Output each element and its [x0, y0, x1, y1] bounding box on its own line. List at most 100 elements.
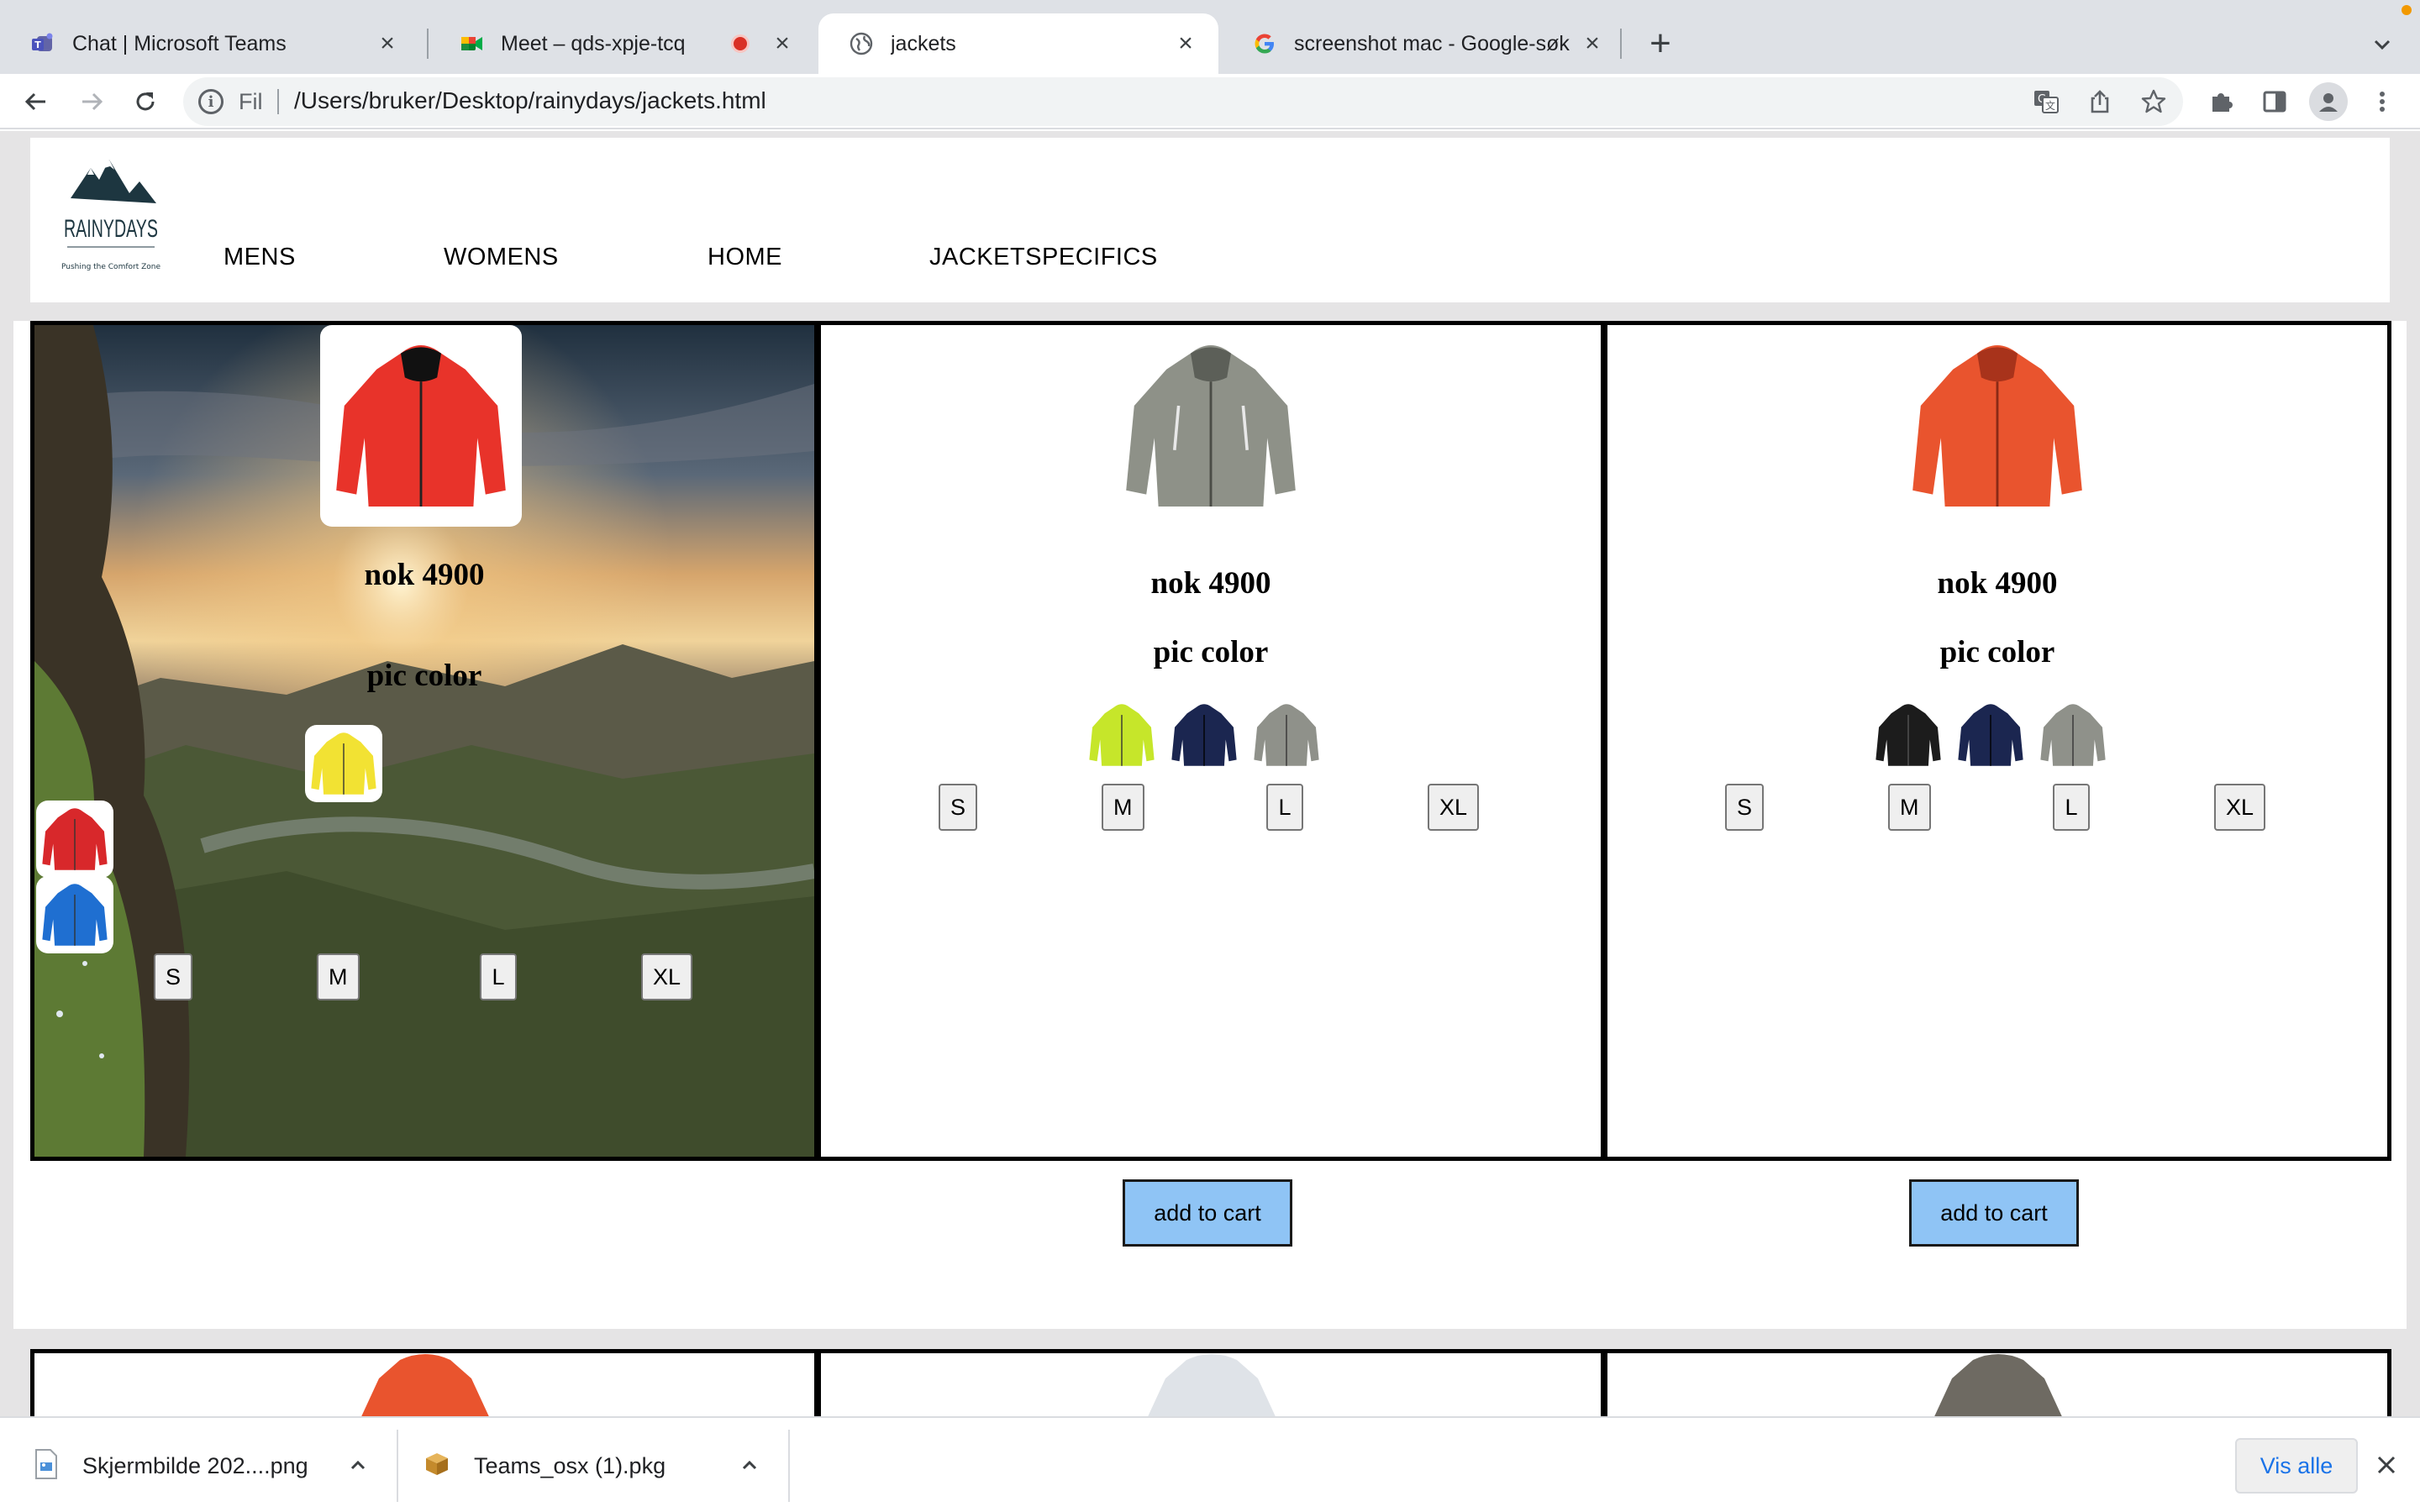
product-card: nok 4900 pic color S M L XL	[817, 321, 1605, 1161]
product-card: nok 4900 pic color S M L XL	[1603, 321, 2391, 1161]
tab-title: jackets	[891, 31, 956, 55]
red-jacket-swatch[interactable]	[36, 801, 113, 878]
update-indicator-icon	[2402, 5, 2412, 15]
jacket-image	[361, 1354, 489, 1416]
close-icon[interactable]: ×	[1173, 29, 1198, 57]
size-m-button[interactable]: M	[317, 953, 360, 1000]
tab-meet[interactable]: Meet – qds-xpje-tcq ×	[429, 13, 815, 74]
side-panel-icon[interactable]	[2255, 82, 2294, 121]
add-to-cart-button[interactable]: add to cart	[1909, 1179, 2079, 1247]
size-m-button[interactable]: M	[1102, 784, 1144, 831]
pick-color-label: pic color	[1153, 635, 1269, 669]
globe-icon	[849, 31, 874, 56]
close-icon[interactable]: ×	[770, 29, 795, 57]
pick-color-label: pic color	[1939, 635, 2055, 669]
yellow-jacket-swatch[interactable]	[305, 725, 382, 802]
address-bar[interactable]: i Fil /Users/bruker/Desktop/rainydays/ja…	[183, 77, 2183, 126]
show-all-downloads-button[interactable]: Vis alle	[2235, 1438, 2358, 1494]
tab-title: screenshot mac - Google-søk	[1294, 31, 1570, 55]
blue-jacket-swatch[interactable]	[36, 876, 113, 953]
downloads-bar: Skjermbilde 202....png Teams_osx (1).pkg…	[0, 1416, 2420, 1512]
chevron-up-icon[interactable]	[343, 1450, 373, 1480]
new-tab-button[interactable]: +	[1639, 22, 1682, 66]
product-card	[817, 1349, 1605, 1416]
size-m-button[interactable]: M	[1888, 784, 1931, 831]
download-item[interactable]: Skjermbilde 202....png	[34, 1418, 308, 1512]
jacket-image	[1148, 1354, 1276, 1416]
tab-teams[interactable]: T Chat | Microsoft Teams ×	[0, 13, 420, 74]
close-icon[interactable]: ×	[1580, 29, 1605, 57]
black-jacket-swatch[interactable]	[1870, 696, 1947, 774]
rainydays-logo[interactable]: RAINYDAYS A Pushing the Comfort Zone A	[54, 156, 169, 282]
tab-search-chevron-icon[interactable]	[2361, 24, 2403, 66]
size-xl-button[interactable]: XL	[641, 953, 693, 1000]
nav-link-mens[interactable]: MENS	[224, 244, 296, 271]
share-icon[interactable]	[2086, 87, 2114, 116]
tab-strip: T Chat | Microsoft Teams × Meet – qds-xp…	[0, 0, 2420, 74]
meet-icon	[459, 31, 484, 56]
tab-jackets[interactable]: jackets ×	[818, 13, 1218, 74]
tab-title: Chat | Microsoft Teams	[72, 31, 287, 55]
close-icon[interactable]	[2371, 1450, 2402, 1480]
price-text: nok 4900	[364, 558, 485, 592]
size-l-button[interactable]: L	[2053, 784, 2090, 831]
jacket-image	[1934, 1354, 2062, 1416]
navy-jacket-swatch[interactable]	[1165, 696, 1243, 774]
price-text: nok 4900	[1150, 566, 1271, 601]
close-icon[interactable]: ×	[375, 29, 400, 57]
chevron-up-icon[interactable]	[734, 1450, 765, 1480]
teams-icon: T	[30, 31, 55, 56]
tab-title: Meet – qds-xpje-tcq	[501, 31, 686, 55]
translate-icon[interactable]: G文	[2032, 87, 2060, 116]
nav-link-home[interactable]: HOME	[708, 244, 782, 271]
download-separator	[788, 1430, 790, 1502]
size-xl-button[interactable]: XL	[1428, 784, 1480, 831]
download-filename: Teams_osx (1).pkg	[474, 1452, 666, 1478]
product-card	[30, 1349, 818, 1416]
main-jacket-image	[1897, 325, 2098, 527]
info-icon[interactable]: i	[198, 89, 224, 114]
profile-avatar-icon[interactable]	[2309, 82, 2348, 121]
grey-jacket-swatch[interactable]	[1248, 696, 1325, 774]
main-jacket-image	[1110, 325, 1312, 527]
browser-toolbar: i Fil /Users/bruker/Desktop/rainydays/ja…	[0, 74, 2420, 129]
recording-icon	[731, 34, 750, 53]
back-arrow-icon[interactable]	[15, 81, 57, 123]
reload-icon[interactable]	[124, 81, 166, 123]
price-text: nok 4900	[1937, 566, 2058, 601]
main-jacket-image	[320, 325, 522, 527]
url-text[interactable]: /Users/bruker/Desktop/rainydays/jackets.…	[294, 87, 766, 114]
add-to-cart-button[interactable]: add to cart	[1123, 1179, 1292, 1247]
download-filename: Skjermbilde 202....png	[82, 1452, 308, 1478]
pick-color-label: pic color	[366, 659, 482, 693]
size-l-button[interactable]: L	[480, 953, 517, 1000]
size-l-button[interactable]: L	[1266, 784, 1303, 831]
download-item[interactable]: Teams_osx (1).pkg	[424, 1418, 666, 1512]
address-separator	[277, 89, 279, 114]
navy-jacket-swatch[interactable]	[1952, 696, 2029, 774]
image-file-icon	[34, 1448, 59, 1483]
google-icon	[1252, 31, 1277, 56]
site-header: RAINYDAYS A Pushing the Comfort Zone A M…	[30, 138, 2390, 302]
scheme-label: Fil	[239, 89, 263, 114]
lime-jacket-swatch[interactable]	[1083, 696, 1160, 774]
nav-link-jacketspecifics[interactable]: JACKETSPECIFICS	[929, 244, 1158, 271]
product-card: nok 4900 pic color S M L XL	[30, 321, 818, 1161]
more-menu-icon[interactable]	[2363, 82, 2402, 121]
forward-arrow-icon[interactable]	[71, 81, 113, 123]
svg-text:RAINYDAYS: RAINYDAYS	[64, 215, 158, 243]
size-s-button[interactable]: S	[939, 784, 978, 831]
extensions-puzzle-icon[interactable]	[2202, 82, 2240, 121]
svg-text:文: 文	[2045, 99, 2055, 112]
bookmark-star-icon[interactable]	[2139, 87, 2168, 116]
product-row-2	[30, 1349, 2391, 1416]
tab-separator	[1620, 29, 1622, 59]
logo-tagline-text: A Pushing the Comfort Zone A	[59, 263, 163, 271]
tab-google-search[interactable]: screenshot mac - Google-søk ×	[1222, 13, 1625, 74]
product-card	[1603, 1349, 2391, 1416]
nav-link-womens[interactable]: WOMENS	[444, 244, 559, 271]
size-s-button[interactable]: S	[1725, 784, 1765, 831]
size-s-button[interactable]: S	[154, 953, 193, 1000]
size-xl-button[interactable]: XL	[2214, 784, 2266, 831]
grey-jacket-swatch[interactable]	[2034, 696, 2112, 774]
